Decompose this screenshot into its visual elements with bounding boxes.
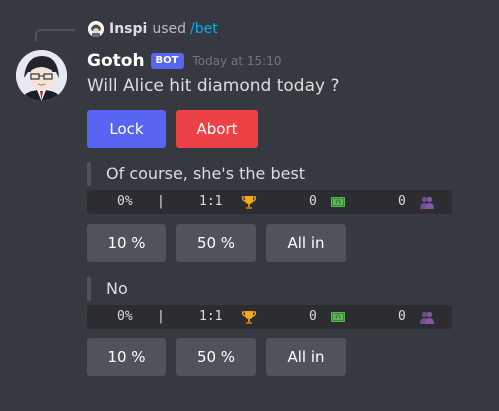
reply-connector: [35, 29, 75, 41]
bet-50-percent-button[interactable]: 50 %: [176, 224, 256, 262]
option-amount: 0: [309, 309, 317, 324]
bet-10-percent-button[interactable]: 10 %: [87, 338, 166, 376]
option-label: No: [106, 279, 128, 298]
bot-avatar[interactable]: [16, 50, 67, 101]
option-voters: 0: [398, 309, 406, 324]
reply-user-avatar[interactable]: [88, 21, 104, 37]
message-timestamp[interactable]: Today at 15:10: [193, 54, 282, 68]
option-voters: 0: [398, 194, 406, 209]
bet-all-in-button[interactable]: All in: [266, 224, 346, 262]
reply-used-text: used: [152, 21, 187, 37]
option-odds: 1:1: [199, 194, 223, 209]
bet-10-percent-button[interactable]: 10 %: [87, 224, 166, 262]
option-amount: 0: [309, 194, 317, 209]
option-percent: 0%: [117, 194, 133, 209]
message-header: Gotoh BOT Today at 15:10: [87, 49, 281, 73]
money-icon: $: [331, 197, 345, 207]
svg-text:$: $: [337, 200, 340, 205]
trophy-icon: [241, 196, 257, 209]
people-icon: [420, 311, 434, 324]
abort-button[interactable]: Abort: [176, 110, 258, 148]
stats-separator: |: [157, 309, 165, 324]
option-stats: 0% | 1:1 0 $ 0: [87, 190, 452, 214]
svg-text:$: $: [337, 315, 340, 320]
quote-bar: [87, 277, 91, 301]
money-icon: $: [331, 312, 345, 322]
reply-username[interactable]: Inspi: [109, 21, 147, 37]
option-label: Of course, she's the best: [106, 164, 306, 183]
option-percent: 0%: [117, 309, 133, 324]
slash-command[interactable]: /bet: [190, 21, 218, 37]
lock-button[interactable]: Lock: [87, 110, 166, 148]
option-odds: 1:1: [199, 309, 223, 324]
author-name[interactable]: Gotoh: [87, 51, 145, 71]
people-icon: [420, 196, 434, 209]
bot-badge: BOT: [150, 53, 184, 69]
quote-bar: [87, 162, 91, 186]
bet-all-in-button[interactable]: All in: [266, 338, 346, 376]
option-stats: 0% | 1:1 0 $ 0: [87, 305, 452, 329]
trophy-icon: [241, 311, 257, 324]
reply-reference[interactable]: Inspi used /bet: [88, 19, 218, 39]
bet-question: Will Alice hit diamond today ?: [87, 76, 340, 96]
stats-separator: |: [157, 194, 165, 209]
bet-50-percent-button[interactable]: 50 %: [176, 338, 256, 376]
